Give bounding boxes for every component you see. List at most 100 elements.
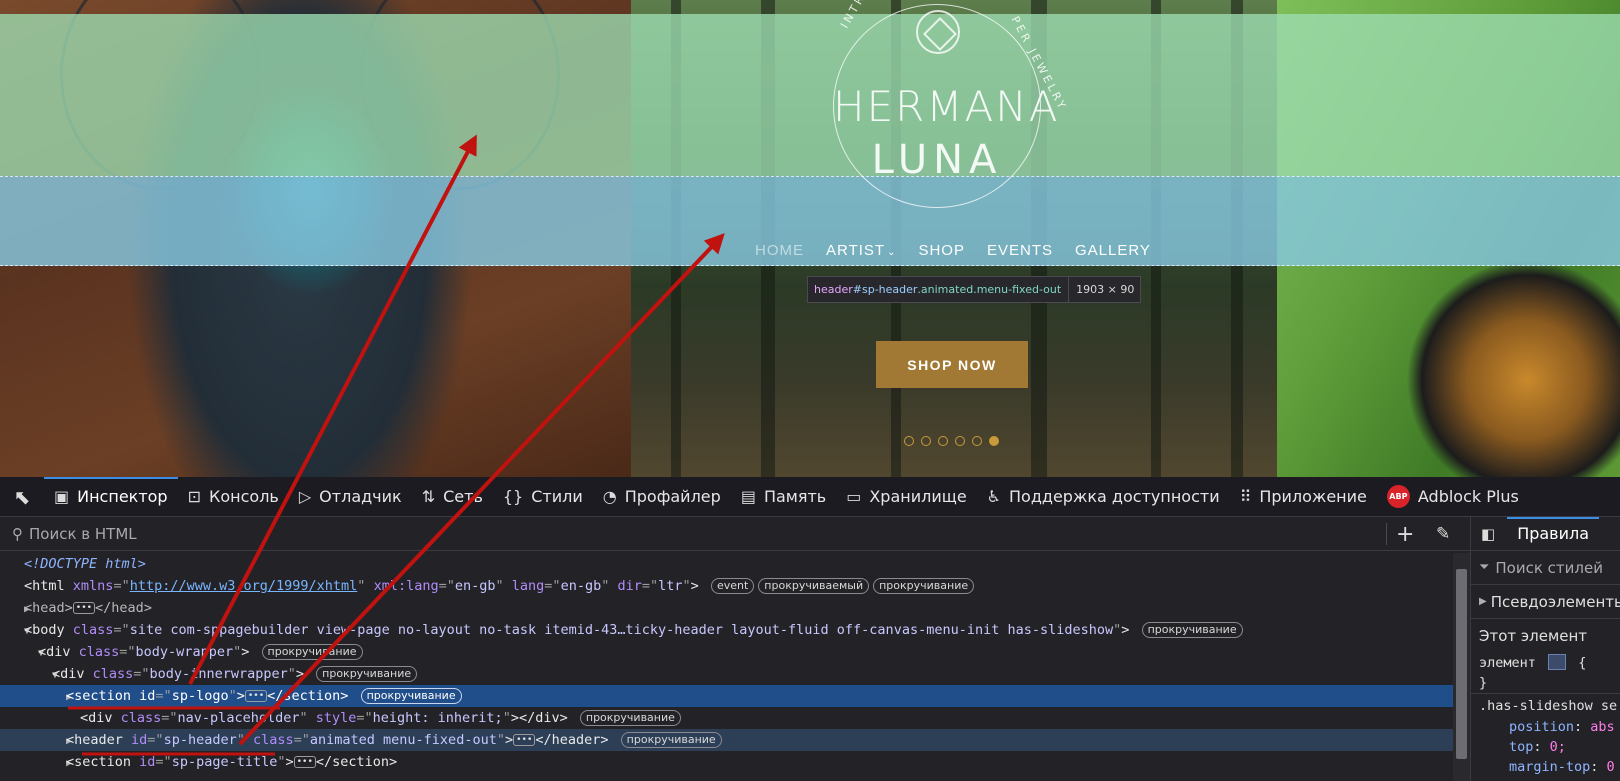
pseudo-elements-toggle[interactable]: ▶ Псевдоэлементы <box>1471 585 1620 619</box>
attr-value: en-gb <box>454 578 496 594</box>
expand-arrow-icon[interactable]: ▶ <box>0 687 72 709</box>
tree-row-sp-header[interactable]: ▶<header id="sp-header" class="animated … <box>0 729 1453 751</box>
expand-arrow-icon[interactable]: ▶ <box>0 753 72 775</box>
tab-label: Хранилище <box>869 487 967 506</box>
rule-declaration[interactable]: position: abs <box>1471 717 1620 737</box>
filter-styles-input[interactable] <box>1495 558 1616 577</box>
tree-row-body-innerwrapper[interactable]: ▼<div class="body-innerwrapper"> прокруч… <box>0 663 1453 685</box>
sidebar-tabs: ◧ Правила <box>1471 517 1620 551</box>
tab-network[interactable]: ⇅ Сеть <box>412 477 493 517</box>
scrollable-badge[interactable]: прокручиваемый <box>758 578 870 594</box>
nav-artist[interactable]: ARTIST ⌄ <box>826 242 896 259</box>
attr-value: sp-logo <box>171 688 229 704</box>
markup-view: ⚲ + ✎ <!DOCTYPE html> <html xmlns="http:… <box>0 517 1470 781</box>
event-badge[interactable]: event <box>710 578 755 594</box>
eyedropper-icon[interactable]: ✎ <box>1436 524 1450 544</box>
collapsed-ellipsis-icon[interactable]: ••• <box>513 734 536 746</box>
tree-row-sp-logo[interactable]: ▶<section id="sp-logo"> ••• </section> про… <box>0 685 1453 707</box>
doctype-text: <!DOCTYPE html> <box>24 556 146 572</box>
scrollbar-thumb[interactable] <box>1456 569 1467 759</box>
nav-artist-label: ARTIST <box>826 242 886 259</box>
rule-declaration[interactable]: top: 0; <box>1471 737 1620 757</box>
overflow-badge[interactable]: прокручивание <box>579 710 681 726</box>
tab-label: Профайлер <box>624 487 721 506</box>
element-highlight-icon[interactable] <box>1548 654 1567 670</box>
overflow-badge[interactable]: прокручивание <box>620 732 722 748</box>
tree-row-nav-placeholder[interactable]: <div class="nav-placeholder" style="heig… <box>0 707 1453 729</box>
slider-dot[interactable] <box>904 436 914 446</box>
element-rule-close: } <box>1471 673 1620 693</box>
nav-shop[interactable]: SHOP <box>918 242 965 259</box>
logo-name: HERMANA <box>833 82 1060 131</box>
collapse-arrow-icon[interactable]: ▼ <box>0 643 44 665</box>
tab-memory[interactable]: ▤ Память <box>731 477 836 517</box>
tree-row-body[interactable]: ▼<body class="site com-sppagebuilder vie… <box>0 619 1453 641</box>
attr-value: en-gb <box>560 578 602 594</box>
tab-profiler[interactable]: ◔ Профайлер <box>593 477 731 517</box>
rule-selector[interactable]: .has-slideshow se <box>1471 693 1620 717</box>
add-node-icon[interactable]: + <box>1396 522 1414 547</box>
selector-text: .has-slideshow se <box>1479 698 1618 714</box>
slider-dot[interactable] <box>989 436 999 446</box>
tab-storage[interactable]: ▭ Хранилище <box>836 477 976 517</box>
highlight-sp-logo <box>0 14 1620 176</box>
collapsed-ellipsis-icon[interactable]: ••• <box>293 756 316 768</box>
tab-debugger[interactable]: ▷ Отладчик <box>289 477 412 517</box>
tree-row-sp-page-title[interactable]: ▶<section id="sp-page-title"> ••• </sectio… <box>0 751 1453 773</box>
attr-link[interactable]: http://www.w3.org/1999/xhtml <box>130 578 358 594</box>
shop-now-button[interactable]: SHOP NOW <box>876 341 1028 388</box>
element-label: элемент <box>1479 655 1536 671</box>
debugger-icon: ▷ <box>298 487 312 506</box>
collapsed-ellipsis-icon[interactable]: ••• <box>72 602 96 614</box>
tab-accessibility[interactable]: ♿ Поддержка доступности <box>977 477 1230 517</box>
element-rule[interactable]: элемент { <box>1471 653 1620 673</box>
attr-value: body-wrapper <box>135 644 234 660</box>
html-search-bar: ⚲ + ✎ <box>0 517 1470 551</box>
overflow-badge[interactable]: прокручивание <box>360 688 462 704</box>
slider-dot[interactable] <box>938 436 948 446</box>
attr-name: lang <box>511 578 545 594</box>
slider-dot[interactable] <box>972 436 982 446</box>
toggle-sidebar-icon[interactable]: ◧ <box>1481 525 1495 543</box>
collapse-arrow-icon[interactable]: ▼ <box>0 621 30 643</box>
expand-arrow-icon[interactable]: ▶ <box>0 599 30 621</box>
expand-arrow-icon[interactable]: ▶ <box>0 731 72 753</box>
tree-scrollbar[interactable] <box>1453 553 1470 781</box>
tab-inspector[interactable]: ▣ Инспектор <box>44 476 178 517</box>
overflow-badge[interactable]: прокручивание <box>873 578 975 594</box>
this-element-header: Этот элемент <box>1471 619 1620 653</box>
tree-row-html[interactable]: <html xmlns="http://www.w3.org/1999/xhtm… <box>0 575 1453 597</box>
tab-adblock-plus[interactable]: ABP Adblock Plus <box>1377 477 1529 517</box>
slider-dot[interactable] <box>955 436 965 446</box>
tree-row-doctype[interactable]: <!DOCTYPE html> <box>0 553 1453 575</box>
network-icon: ⇅ <box>421 487 436 506</box>
tab-rules[interactable]: Правила <box>1507 517 1599 551</box>
prop-name: margin-top <box>1509 759 1591 775</box>
html-search-input[interactable] <box>29 524 1359 543</box>
rule-declaration[interactable]: margin-top: 0 <box>1471 757 1620 777</box>
toolbar-divider <box>1386 523 1387 545</box>
overflow-badge[interactable]: прокручивание <box>316 666 418 682</box>
element-picker-icon[interactable]: ⬉ <box>0 477 44 517</box>
application-icon: ⠿ <box>1239 487 1252 506</box>
tab-style-editor[interactable]: {} Стили <box>493 477 593 517</box>
slider-dot[interactable] <box>921 436 931 446</box>
collapsed-ellipsis-icon[interactable]: ••• <box>244 690 268 702</box>
tab-console[interactable]: ⊡ Консоль <box>178 477 289 517</box>
overflow-badge[interactable]: прокручивание <box>261 644 363 660</box>
tab-label: Стили <box>531 487 583 506</box>
tab-application[interactable]: ⠿ Приложение <box>1230 477 1377 517</box>
tooltip-id: #sp-header <box>852 283 918 296</box>
filter-icon: ⏷ <box>1479 560 1490 575</box>
tree-row-head[interactable]: ▶<head> ••• </head> <box>0 597 1453 619</box>
tag-open: <html <box>24 578 65 594</box>
attr-value: nav-placeholder <box>177 710 300 726</box>
collapse-arrow-icon[interactable]: ▼ <box>0 665 58 687</box>
nav-events[interactable]: EVENTS <box>987 242 1053 259</box>
tree-row-body-wrapper[interactable]: ▼<div class="body-wrapper"> прокручивани… <box>0 641 1453 663</box>
prop-name: top <box>1509 739 1534 755</box>
nav-gallery[interactable]: GALLERY <box>1075 242 1151 259</box>
nav-home[interactable]: HOME <box>755 242 804 259</box>
rules-sidebar: ◧ Правила ⏷ ▶Псевдоэлементы Этот элемент… <box>1470 517 1620 781</box>
overflow-badge[interactable]: прокручивание <box>1141 622 1243 638</box>
